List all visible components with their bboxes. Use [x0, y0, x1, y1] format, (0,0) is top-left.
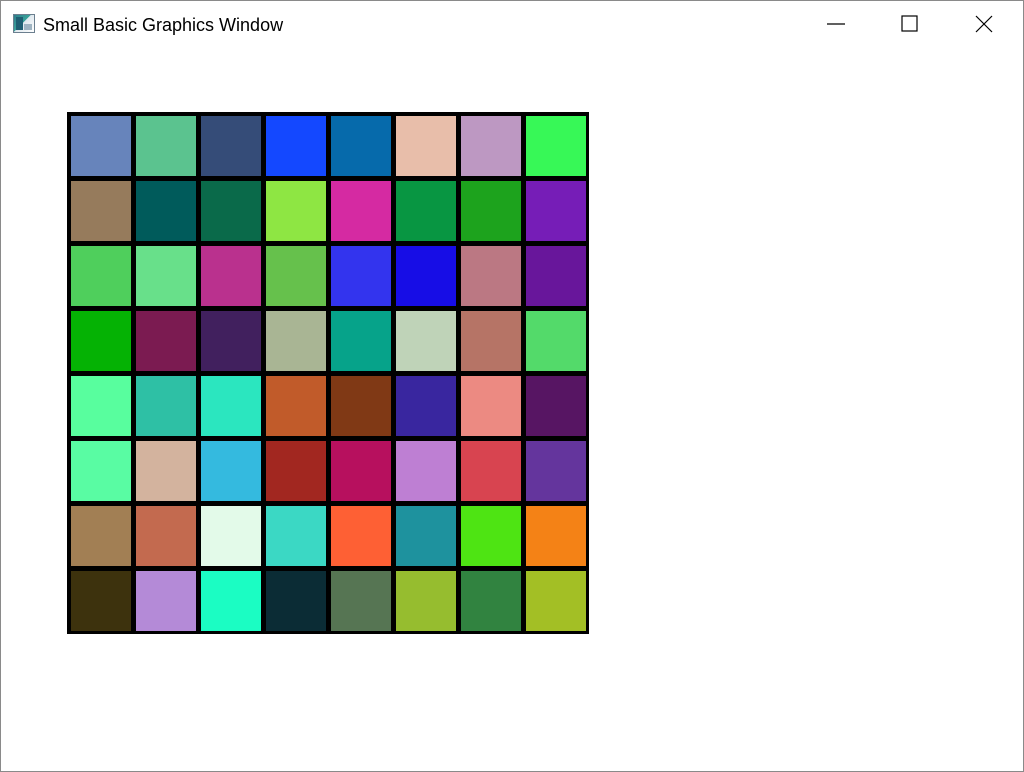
grid-cell-r2-c7 — [461, 181, 521, 241]
window-title: Small Basic Graphics Window — [43, 15, 284, 35]
grid-cell-r5-c5 — [331, 376, 391, 436]
grid-cell-r3-c3 — [201, 246, 261, 306]
grid-cell-r5-c4 — [266, 376, 326, 436]
grid-cell-r1-c7 — [461, 116, 521, 176]
grid-cell-r1-c1 — [71, 116, 131, 176]
grid-cell-r1-c5 — [331, 116, 391, 176]
grid-cell-r5-c2 — [136, 376, 196, 436]
grid-cell-r5-c6 — [396, 376, 456, 436]
grid-cell-r6-c6 — [396, 441, 456, 501]
grid-cell-r6-c8 — [526, 441, 586, 501]
grid-cell-r7-c4 — [266, 506, 326, 566]
small-basic-app-icon[interactable] — [13, 14, 35, 33]
grid-cell-r6-c1 — [71, 441, 131, 501]
grid-cell-r7-c6 — [396, 506, 456, 566]
grid-cell-r4-c1 — [71, 311, 131, 371]
grid-cell-r7-c3 — [201, 506, 261, 566]
grid-cell-r8-c5 — [331, 571, 391, 631]
grid-cell-r4-c3 — [201, 311, 261, 371]
grid-cell-r2-c8 — [526, 181, 586, 241]
grid-cell-r5-c3 — [201, 376, 261, 436]
grid-cell-r6-c3 — [201, 441, 261, 501]
grid-cell-r2-c6 — [396, 181, 456, 241]
grid-cell-r2-c5 — [331, 181, 391, 241]
grid-cell-r3-c6 — [396, 246, 456, 306]
grid-cell-r5-c7 — [461, 376, 521, 436]
close-button[interactable] — [947, 1, 1021, 47]
graphics-window: Small Basic Graphics Window — [0, 0, 1024, 772]
grid-cell-r8-c6 — [396, 571, 456, 631]
grid-cell-r8-c8 — [526, 571, 586, 631]
color-grid — [67, 112, 589, 634]
grid-cell-r3-c4 — [266, 246, 326, 306]
grid-cell-r8-c1 — [71, 571, 131, 631]
grid-cell-r1-c6 — [396, 116, 456, 176]
grid-cell-r2-c2 — [136, 181, 196, 241]
grid-cell-r3-c5 — [331, 246, 391, 306]
graphics-canvas[interactable] — [1, 47, 1023, 771]
grid-cell-r8-c3 — [201, 571, 261, 631]
grid-cell-r2-c3 — [201, 181, 261, 241]
minimize-button[interactable] — [799, 1, 873, 47]
grid-cell-r1-c3 — [201, 116, 261, 176]
grid-cell-r3-c1 — [71, 246, 131, 306]
grid-cell-r8-c2 — [136, 571, 196, 631]
grid-cell-r4-c5 — [331, 311, 391, 371]
grid-cell-r6-c4 — [266, 441, 326, 501]
title-bar[interactable]: Small Basic Graphics Window — [1, 1, 1023, 47]
grid-cell-r6-c5 — [331, 441, 391, 501]
grid-cell-r1-c4 — [266, 116, 326, 176]
grid-cell-r5-c8 — [526, 376, 586, 436]
minimize-icon — [827, 23, 845, 25]
grid-cell-r8-c7 — [461, 571, 521, 631]
maximize-icon — [901, 15, 918, 32]
close-icon — [975, 15, 993, 33]
grid-cell-r3-c8 — [526, 246, 586, 306]
grid-cell-r4-c7 — [461, 311, 521, 371]
grid-cell-r6-c2 — [136, 441, 196, 501]
grid-cell-r3-c2 — [136, 246, 196, 306]
grid-cell-r7-c5 — [331, 506, 391, 566]
grid-cell-r4-c2 — [136, 311, 196, 371]
grid-cell-r7-c1 — [71, 506, 131, 566]
grid-cell-r3-c7 — [461, 246, 521, 306]
grid-cell-r4-c8 — [526, 311, 586, 371]
grid-cell-r4-c6 — [396, 311, 456, 371]
grid-cell-r1-c2 — [136, 116, 196, 176]
grid-cell-r7-c8 — [526, 506, 586, 566]
grid-cell-r7-c2 — [136, 506, 196, 566]
grid-cell-r2-c1 — [71, 181, 131, 241]
grid-cell-r7-c7 — [461, 506, 521, 566]
grid-cell-r6-c7 — [461, 441, 521, 501]
grid-cell-r5-c1 — [71, 376, 131, 436]
grid-cell-r8-c4 — [266, 571, 326, 631]
maximize-button[interactable] — [873, 1, 947, 47]
grid-cell-r4-c4 — [266, 311, 326, 371]
grid-cell-r1-c8 — [526, 116, 586, 176]
grid-cell-r2-c4 — [266, 181, 326, 241]
